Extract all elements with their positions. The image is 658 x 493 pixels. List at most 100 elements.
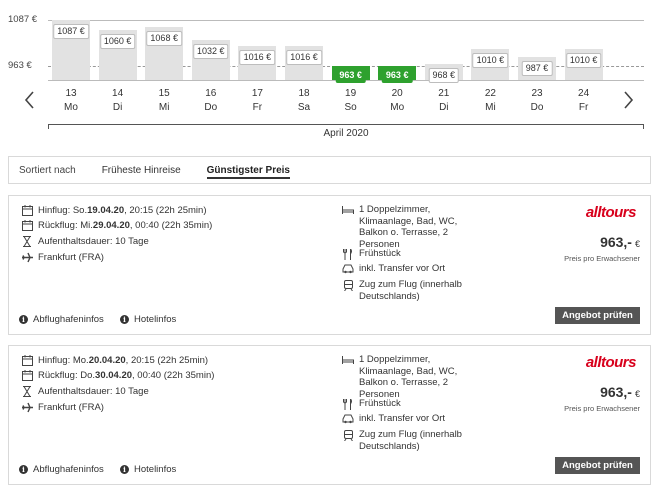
- plane-icon: [21, 251, 33, 263]
- day-number: 17: [251, 88, 263, 99]
- bar-price-label: 1010 €: [565, 52, 602, 68]
- price-bar[interactable]: 987 €: [518, 57, 556, 80]
- bar-price-label: 1032 €: [193, 44, 229, 60]
- price-bar[interactable]: 1087 €: [52, 20, 90, 80]
- day-label[interactable]: 19 So: [331, 87, 371, 115]
- stay-duration-row: Aufenthaltsdauer: 10 Tage: [21, 385, 149, 397]
- day-label[interactable]: 14 Di: [98, 87, 138, 115]
- outbound-date: 20.04.20: [88, 354, 126, 366]
- chevron-left-icon: [24, 91, 34, 109]
- return-prefix: Rückflug: Do.: [38, 369, 96, 381]
- weekday: Do: [204, 102, 218, 113]
- return-time: , 00:40 (22h 35min): [132, 369, 215, 381]
- prev-dates-button[interactable]: [21, 88, 39, 112]
- transfer-feature: inkl. Transfer vor Ort: [342, 263, 479, 275]
- outbound-prefix: Hinflug: So.: [38, 204, 88, 216]
- stay-duration-row: Aufenthaltsdauer: 10 Tage: [21, 235, 149, 247]
- board-feature: Frühstück: [342, 248, 479, 260]
- bed-icon: [342, 204, 354, 216]
- day-label[interactable]: 23 Do: [517, 87, 557, 115]
- price-note: Preis pro Erwachsener: [564, 254, 640, 263]
- departure-airport-row: Frankfurt (FRA): [21, 251, 104, 263]
- weekday: Do: [530, 102, 544, 113]
- check-offer-button[interactable]: Angebot prüfen: [555, 457, 640, 474]
- hotel-info-link[interactable]: i Hotelinfos: [120, 464, 176, 475]
- hotel-info-label: Hotelinfos: [134, 464, 177, 475]
- bar-price-label: 987 €: [521, 61, 553, 77]
- outbound-flight-row: Hinflug: Mo. 20.04.20, 20:15 (22h 25min): [21, 354, 208, 366]
- airport-info-label: Abflughafeninfos: [33, 464, 104, 475]
- return-date: 29.04.20: [92, 219, 130, 231]
- calendar-icon: [21, 204, 33, 216]
- check-offer-button[interactable]: Angebot prüfen: [555, 307, 640, 324]
- day-label[interactable]: 13 Mo: [51, 87, 91, 115]
- bar-price-label: 1060 €: [99, 34, 136, 50]
- day-number: 16: [205, 88, 217, 99]
- price-bar[interactable]: 1010 €: [471, 48, 510, 80]
- next-dates-button[interactable]: [619, 88, 637, 112]
- weekday: Fr: [252, 102, 263, 113]
- airport-info-label: Abflughafeninfos: [33, 314, 104, 325]
- board-feature: Frühstück: [342, 398, 479, 410]
- outbound-time: , 20:15 (22h 25min): [125, 354, 209, 366]
- bar-price-label: 1087 €: [53, 24, 89, 39]
- day-number: 19: [345, 88, 357, 99]
- price-currency: €: [634, 239, 640, 249]
- airport-info-link[interactable]: i Abflughafeninfos: [19, 464, 104, 475]
- sort-bar: Sortiert nach Früheste Hinreise Günstigs…: [8, 156, 651, 184]
- day-number: 21: [438, 88, 450, 99]
- bar-price-label: 963 €: [381, 68, 413, 83]
- info-icon: i: [19, 465, 28, 474]
- departure-airport: Frankfurt (FRA): [38, 401, 104, 413]
- weekday: So: [344, 102, 357, 113]
- hotel-info-link[interactable]: i Hotelinfos: [120, 314, 176, 325]
- price-bar[interactable]: 1016 €: [238, 46, 277, 80]
- departure-airport-row: Frankfurt (FRA): [21, 401, 104, 413]
- outbound-time: , 20:15 (22h 25min): [124, 204, 207, 216]
- weekday: Sa: [297, 102, 311, 113]
- airport-info-link[interactable]: i Abflughafeninfos: [19, 314, 104, 325]
- day-number: 14: [112, 88, 124, 99]
- day-label[interactable]: 15 Mi: [144, 87, 184, 115]
- outbound-flight-row: Hinflug: So. 19.04.20, 20:15 (22h 25min): [21, 204, 207, 216]
- bar-price-label: 1016 €: [239, 50, 276, 66]
- day-label[interactable]: 22 Mi: [470, 87, 510, 115]
- price-bar[interactable]: 1060 €: [98, 30, 137, 80]
- room-feature: 1 Doppelzimmer, Klimaanlage, Bad, WC, Ba…: [342, 204, 479, 250]
- room-description: 1 Doppelzimmer, Klimaanlage, Bad, WC, Ba…: [359, 204, 458, 250]
- transfer-info: inkl. Transfer vor Ort: [359, 263, 446, 274]
- day-label[interactable]: 17 Fr: [237, 87, 277, 115]
- day-label[interactable]: 18 Sa: [284, 87, 324, 115]
- price-bar[interactable]: 963 €: [378, 66, 417, 83]
- day-label[interactable]: 16 Do: [191, 87, 231, 115]
- bar-price-label: 1068 €: [146, 31, 182, 47]
- weekday: Mo: [64, 102, 78, 113]
- price-value: 963,-: [600, 384, 632, 400]
- transfer-feature: inkl. Transfer vor Ort: [342, 413, 479, 425]
- price-bar[interactable]: 968 €: [424, 64, 463, 84]
- max-price-line: [48, 20, 644, 21]
- info-icon: i: [120, 465, 129, 474]
- return-time: , 00:40 (22h 35min): [129, 219, 213, 231]
- alltours-logo: alltours: [585, 354, 637, 371]
- tab-cheapest-price[interactable]: Günstigster Preis: [206, 157, 291, 183]
- price-bar[interactable]: 1016 €: [285, 46, 323, 80]
- bar-price-label: 1016 €: [286, 50, 322, 66]
- weekday: Di: [112, 102, 123, 113]
- price-calendar-chart: 1087 € 963 € 1087 € 1060 € 1068 € 1032 € 101…: [0, 0, 658, 150]
- price-bar[interactable]: 963 €: [331, 66, 370, 83]
- price-block: 963,- €: [600, 384, 640, 400]
- return-flight-row: Rückflug: Mi. 29.04.20, 00:40 (22h 35min…: [21, 219, 212, 231]
- price-bar[interactable]: 1032 €: [191, 40, 230, 80]
- price-bar[interactable]: 1068 €: [145, 27, 184, 80]
- price-bar[interactable]: 1010 €: [564, 48, 603, 80]
- departure-airport: Frankfurt (FRA): [38, 251, 104, 263]
- hotel-info-label: Hotelinfos: [134, 314, 177, 325]
- weekday: Di: [439, 102, 449, 113]
- day-label[interactable]: 24 Fr: [564, 87, 604, 115]
- day-label[interactable]: 21 Di: [424, 87, 464, 115]
- tab-earliest-departure[interactable]: Früheste Hinreise: [102, 157, 181, 183]
- day-label[interactable]: 20 Mo: [377, 87, 417, 115]
- price-value: 963,-: [600, 234, 632, 250]
- return-date: 30.04.20: [95, 369, 133, 381]
